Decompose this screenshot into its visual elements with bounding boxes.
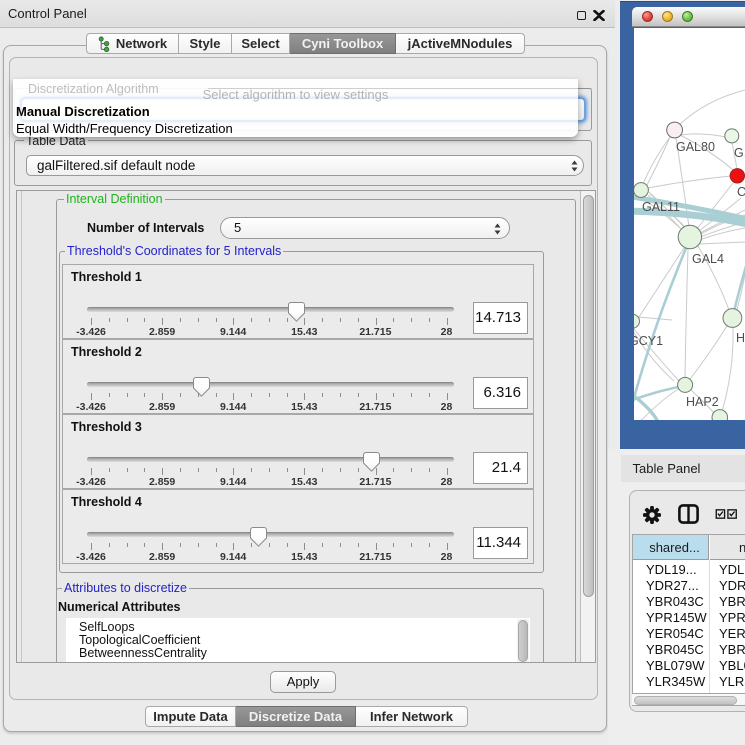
svg-text:G.: G. (734, 146, 745, 160)
svg-text:GCY1: GCY1 (634, 334, 663, 348)
svg-text:H: H (736, 331, 745, 345)
svg-text:GAL11: GAL11 (642, 200, 680, 214)
svg-text:C: C (737, 185, 745, 199)
svg-text:HAP2: HAP2 (686, 395, 719, 409)
svg-text:GAL80: GAL80 (676, 140, 715, 154)
svg-text:GAL4: GAL4 (692, 252, 724, 266)
